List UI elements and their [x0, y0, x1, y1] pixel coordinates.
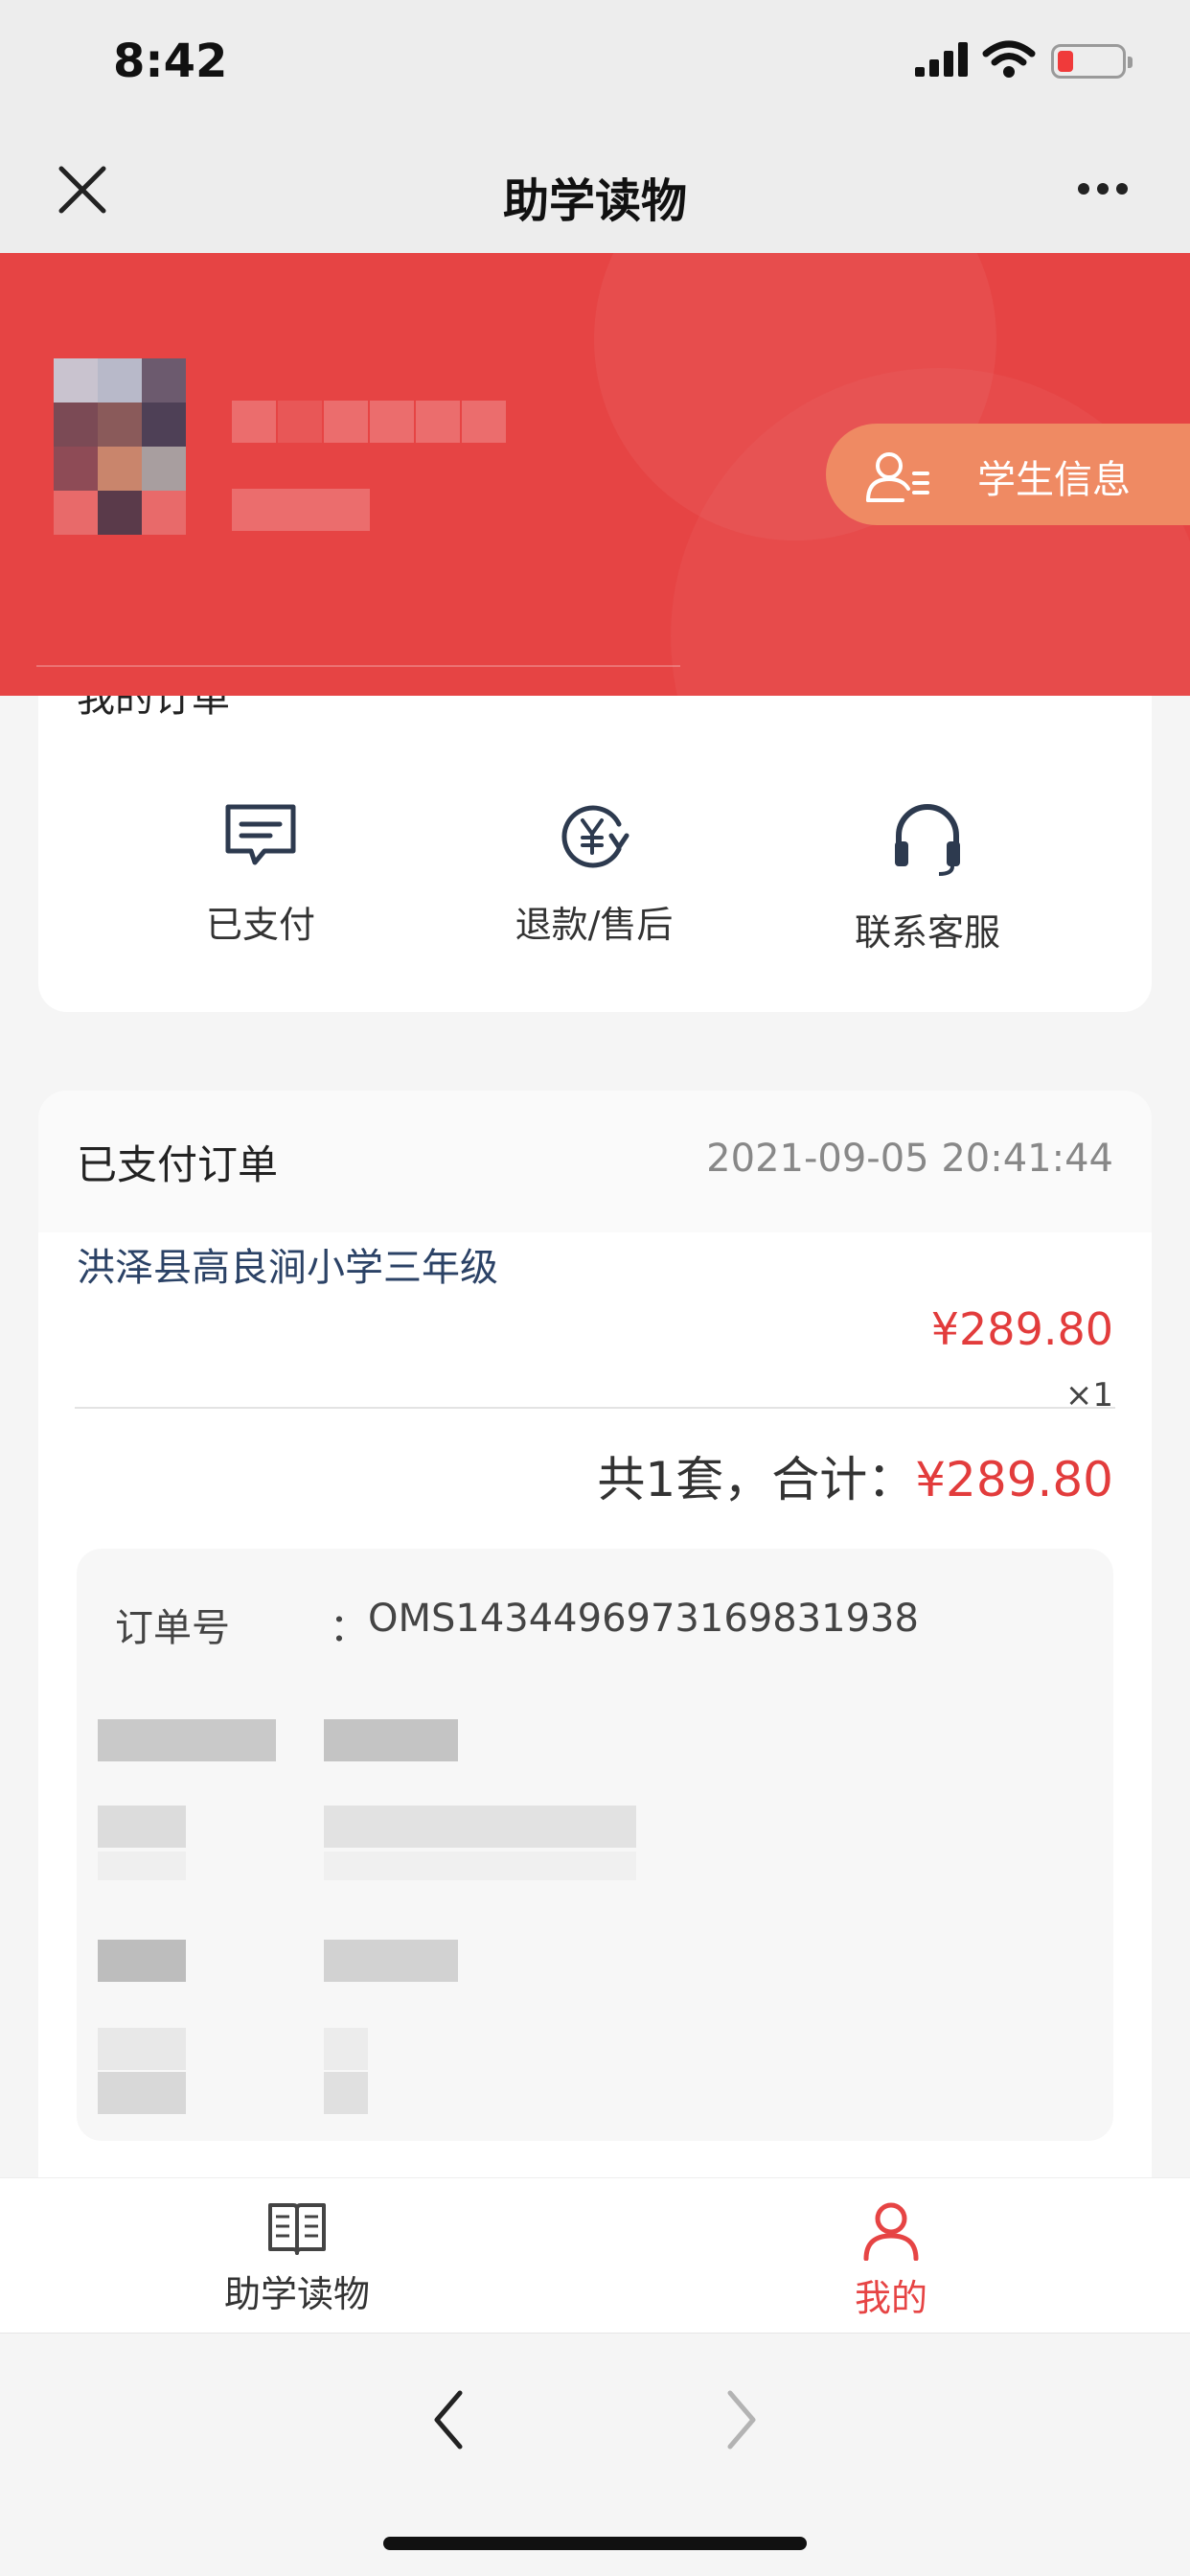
- nav-bar: 助学读物: [0, 126, 1190, 253]
- shortcut-support[interactable]: 联系客服: [784, 801, 1071, 974]
- shortcut-paid-label: 已支付: [205, 904, 315, 946]
- shortcut-support-label: 联系客服: [854, 911, 1000, 954]
- yuan-refund-icon: [561, 805, 629, 868]
- order-datetime: 2021-09-05 20:41:44: [706, 1137, 1113, 1181]
- shortcut-paid[interactable]: 已支付: [117, 801, 404, 974]
- status-time: 8:42: [113, 34, 228, 88]
- student-info-button[interactable]: 学生信息: [826, 424, 1190, 525]
- browser-toolbar: [0, 2333, 1190, 2576]
- order-shortcuts-card: 我的订单 已支付 退款/售后 联系客服: [38, 696, 1152, 1012]
- tab-bar: 助学读物 我的: [0, 2177, 1190, 2333]
- tab-mine[interactable]: 我的: [594, 2178, 1188, 2334]
- tab-reading[interactable]: 助学读物: [0, 2178, 594, 2334]
- order-product-name: 洪泽县高良涧小学三年级: [77, 1246, 498, 1290]
- order-total: 共1套，合计：¥289.80: [597, 1441, 1113, 1510]
- avatar: [54, 358, 188, 536]
- status-bar: 8:42: [0, 0, 1190, 126]
- forward-arrow-icon[interactable]: [711, 2383, 768, 2456]
- signal-icon: [915, 42, 968, 77]
- tab-mine-label: 我的: [854, 2277, 927, 2319]
- profile-header: 学生信息: [0, 253, 1190, 696]
- person-icon: [863, 2202, 919, 2261]
- student-detail-blurred: [232, 489, 370, 531]
- headset-icon: [895, 804, 960, 876]
- order-number-label: 订单号: [115, 1606, 230, 1650]
- shortcut-refund[interactable]: 退款/售后: [450, 801, 738, 974]
- more-icon[interactable]: [1078, 180, 1135, 199]
- message-icon: [225, 804, 296, 865]
- shortcut-refund-label: 退款/售后: [515, 904, 674, 946]
- book-icon: [268, 2203, 326, 2255]
- order-status-title: 已支付订单: [77, 1141, 279, 1188]
- order-item-price: ¥289.80: [930, 1303, 1113, 1355]
- my-orders-heading: 我的订单: [77, 696, 230, 721]
- order-number-value: OMS1434496973169831938: [368, 1597, 919, 1641]
- order-card[interactable]: 已支付订单 2021-09-05 20:41:44 洪泽县高良涧小学三年级 ¥2…: [38, 1091, 1152, 2183]
- order-total-prefix: 共1套，合计：: [597, 1452, 916, 1507]
- order-details-box: 订单号 ： OMS1434496973169831938: [77, 1549, 1113, 2141]
- page-title: 助学读物: [502, 174, 687, 228]
- user-list-icon: [866, 452, 929, 502]
- order-header: 已支付订单 2021-09-05 20:41:44: [38, 1091, 1152, 1232]
- order-number-colon: ：: [330, 1606, 368, 1650]
- order-item-quantity: ×1: [1064, 1376, 1113, 1414]
- home-indicator: [383, 2537, 807, 2550]
- student-info-label: 学生信息: [977, 458, 1131, 502]
- tab-reading-label: 助学读物: [223, 2273, 370, 2315]
- student-name-blurred: [232, 401, 508, 447]
- wifi-icon: [982, 40, 1036, 78]
- divider: [75, 1407, 1115, 1409]
- order-total-amount: ¥289.80: [915, 1452, 1113, 1507]
- battery-icon: [1051, 44, 1133, 79]
- back-arrow-icon[interactable]: [422, 2383, 479, 2456]
